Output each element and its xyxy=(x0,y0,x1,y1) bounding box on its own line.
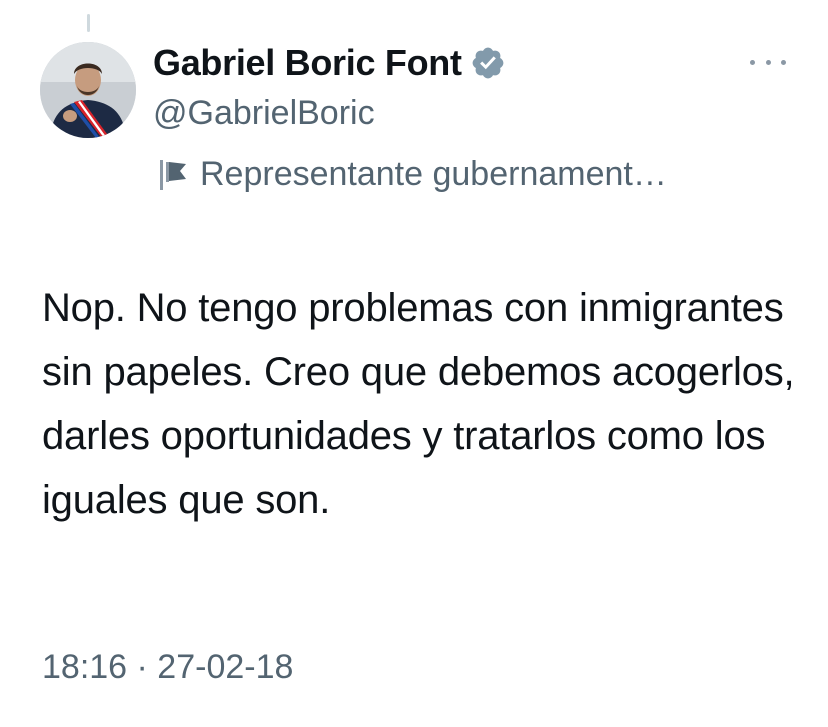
author-display-name[interactable]: Gabriel Boric Font xyxy=(153,42,462,84)
more-dot xyxy=(765,59,771,65)
tweet-timestamp[interactable]: 18:16 · 27-02-18 xyxy=(42,648,293,687)
thread-connector-line xyxy=(87,14,90,32)
flag-icon xyxy=(158,158,188,192)
tweet-text: Nop. No tengo problemas con inmigrantes … xyxy=(42,286,795,522)
affiliation-label: Representante gubernament… xyxy=(200,155,667,193)
author-name-row: Gabriel Boric Font xyxy=(153,40,506,86)
verified-badge-icon[interactable] xyxy=(470,45,506,81)
avatar-image xyxy=(40,42,136,138)
more-options-icon[interactable] xyxy=(750,52,786,72)
author-handle[interactable]: @GabrielBoric xyxy=(153,94,375,133)
more-dot xyxy=(750,59,755,65)
affiliation-row[interactable]: Representante gubernament… xyxy=(158,155,667,194)
avatar[interactable] xyxy=(40,42,136,138)
more-dot xyxy=(781,59,786,65)
